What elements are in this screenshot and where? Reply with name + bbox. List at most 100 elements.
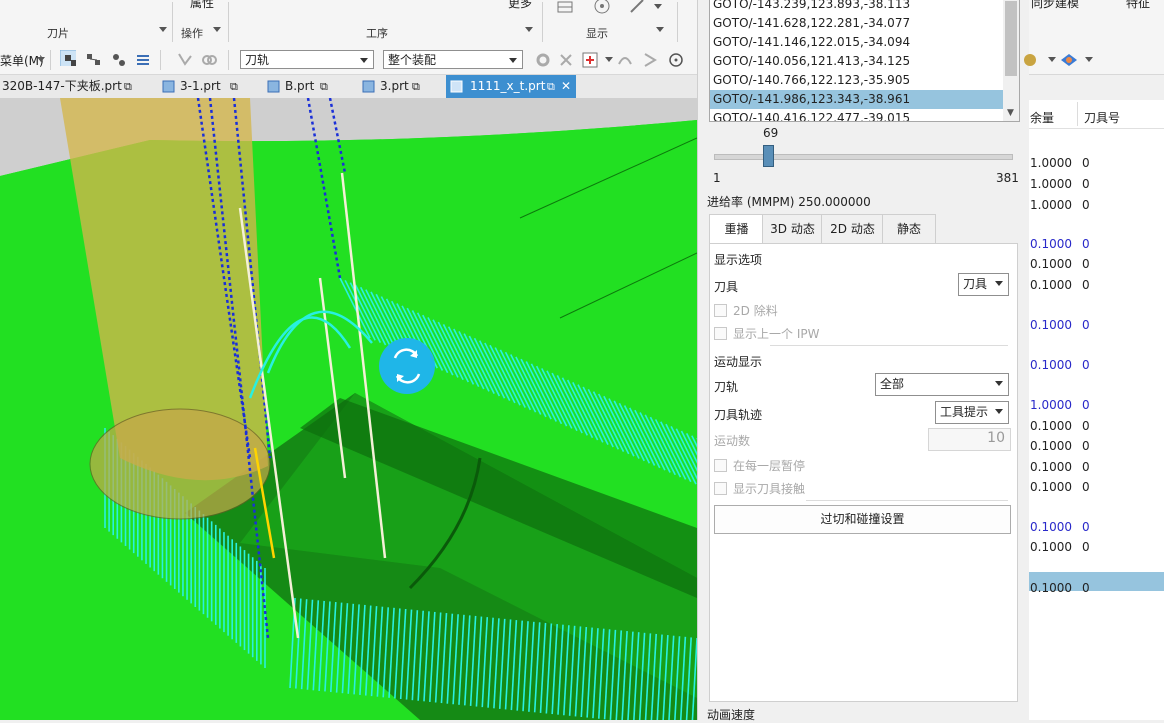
toolpath-visualize-panel: GOTO/-143.239,123.893,-38.113 GOTO/-141.… — [697, 0, 1030, 722]
ribbon-properties-label[interactable]: 属性 — [190, 0, 214, 11]
table-row[interactable]: 0.1000 0 — [1029, 318, 1164, 334]
curve-icon[interactable] — [617, 52, 633, 68]
list-item[interactable]: GOTO/-140.766,122.123,-35.905 — [710, 71, 1019, 90]
file-tab-active[interactable]: 1111_x_t.prt ⧉ ✕ — [446, 75, 576, 98]
motion-slider-track[interactable] — [714, 154, 1013, 160]
stock-cell: 0.1000 — [1030, 318, 1072, 332]
chevron-down-icon[interactable] — [159, 27, 167, 32]
goto-list[interactable]: GOTO/-143.239,123.893,-38.113 GOTO/-141.… — [709, 0, 1020, 122]
group-label-process[interactable]: 工序 — [366, 25, 388, 41]
table-row[interactable]: 0.1000 0 — [1029, 419, 1164, 435]
tool-select[interactable]: 刀具 — [958, 273, 1009, 296]
tab-3d-dynamic[interactable]: 3D 动态 — [762, 214, 823, 244]
list-scrollbar[interactable]: ▼ — [1003, 0, 1019, 121]
list-item[interactable]: GOTO/-143.239,123.893,-38.113 — [710, 0, 1019, 14]
ribbon-sync-modeling[interactable]: 同步建模 — [1031, 0, 1079, 11]
assembly-icon[interactable] — [86, 52, 102, 68]
list-item[interactable]: GOTO/-141.146,122.015,-34.094 — [710, 33, 1019, 52]
tab-static[interactable]: 静态 — [882, 214, 936, 244]
snap-icon[interactable] — [111, 52, 127, 68]
table-row[interactable]: 1.0000 0 — [1029, 198, 1164, 214]
plus-box-icon[interactable] — [582, 52, 598, 68]
table-row[interactable]: 0.1000 0 — [1029, 460, 1164, 476]
graphics-viewport[interactable] — [0, 98, 697, 720]
table-row[interactable]: 0.1000 0 — [1029, 540, 1164, 556]
table-row[interactable]: 0.1000 0 — [1029, 358, 1164, 374]
file-tab-label: B.prt — [285, 79, 315, 93]
group-label-display[interactable]: 显示 — [586, 25, 608, 41]
list-item[interactable]: GOTO/-140.056,121.413,-34.125 — [710, 52, 1019, 71]
gear-icon[interactable] — [535, 52, 551, 68]
scrollbar-thumb[interactable] — [1005, 1, 1017, 76]
chevron-down-icon[interactable] — [605, 57, 613, 62]
column-header[interactable]: 余量 — [1030, 109, 1054, 126]
group-label-insert[interactable]: 刀片 — [47, 25, 69, 41]
table-row[interactable]: 1.0000 0 — [1029, 156, 1164, 172]
checkbox-show-prev-ipw[interactable] — [714, 327, 727, 340]
toolpath-scene[interactable] — [0, 98, 697, 720]
divider — [806, 500, 1008, 501]
list-item[interactable]: GOTO/-140.416,122.477,-39.015 — [710, 109, 1019, 121]
file-tab[interactable]: 3.prt ⧉ — [360, 75, 435, 98]
select-filter-icon[interactable] — [60, 50, 76, 66]
stock-cell: 0.1000 — [1030, 237, 1072, 251]
divider — [1077, 102, 1078, 126]
table-row[interactable]: 1.0000 0 — [1029, 177, 1164, 193]
checkbox-show-tool-contact[interactable] — [714, 482, 727, 495]
table-row[interactable]: 0.1000 0 — [1029, 581, 1164, 597]
chevron-down-icon[interactable] — [1048, 57, 1056, 62]
target-icon[interactable] — [593, 0, 611, 16]
table-row[interactable]: 0.1000 0 — [1029, 520, 1164, 536]
motion-count-input[interactable]: 10 — [928, 428, 1011, 451]
file-tab[interactable]: 3-1.prt ⧉ — [160, 75, 258, 98]
file-tab[interactable]: B.prt ⧉ — [265, 75, 345, 98]
group-label-operation[interactable]: 操作 — [181, 25, 203, 41]
chevron-down-icon[interactable] — [654, 4, 662, 9]
toolpath-label: 刀轨 — [714, 380, 739, 394]
table-row[interactable]: 1.0000 0 — [1029, 398, 1164, 414]
checkbox-pause-each-layer[interactable] — [714, 459, 727, 472]
gouge-check-settings-button[interactable]: 过切和碰撞设置 — [714, 505, 1011, 534]
render-style-icon[interactable] — [1059, 52, 1079, 68]
tool-number-cell: 0 — [1082, 278, 1090, 292]
table-row[interactable]: 0.1000 0 — [1029, 237, 1164, 253]
snap-point-icon[interactable] — [558, 52, 574, 68]
chevron-down-icon[interactable] — [37, 57, 45, 62]
assembly-scope-value: 整个装配 — [388, 53, 437, 67]
table-row[interactable]: 0.1000 0 — [1029, 278, 1164, 294]
ribbon-feature[interactable]: 特征 — [1126, 0, 1150, 11]
display-icon[interactable] — [556, 0, 576, 16]
link-icon[interactable] — [201, 52, 217, 68]
motion-slider-thumb[interactable] — [763, 145, 775, 167]
pen-icon[interactable] — [628, 0, 648, 16]
list-item-selected[interactable]: GOTO/-141.986,123.343,-38.961 — [710, 90, 1019, 109]
chevron-down-icon[interactable] — [656, 27, 664, 32]
file-tab[interactable]: 320B-147-下夹板.prt ⧉ — [0, 75, 150, 98]
toolpath-filter-value: 刀轨 — [245, 53, 270, 67]
divider — [160, 50, 161, 70]
tab-replay[interactable]: 重播 — [709, 214, 764, 245]
chevron-down-icon[interactable]: ▼ — [1007, 108, 1014, 118]
chevron-down-icon[interactable] — [1085, 57, 1093, 62]
table-row[interactable]: 0.1000 0 — [1029, 257, 1164, 273]
list-item[interactable]: GOTO/-141.628,122.281,-34.077 — [710, 14, 1019, 33]
table-row[interactable]: 0.1000 0 — [1029, 439, 1164, 455]
column-header[interactable]: 刀具号 — [1084, 109, 1120, 126]
checkbox-2d-removal[interactable] — [714, 304, 727, 317]
chevron-down-icon[interactable] — [525, 27, 533, 32]
ribbon-more-label[interactable]: 更多 — [508, 0, 532, 11]
toolpath-filter-select[interactable]: 刀轨 — [240, 50, 374, 69]
sphere-icon[interactable] — [1023, 53, 1037, 67]
operation-icon[interactable] — [177, 52, 193, 68]
circle-center-icon[interactable] — [668, 52, 684, 68]
table-row[interactable]: 0.1000 0 — [1029, 480, 1164, 496]
toolpath-select[interactable]: 全部 — [875, 373, 1009, 396]
chevron-down-icon[interactable] — [213, 27, 221, 32]
tab-2d-dynamic[interactable]: 2D 动态 — [821, 214, 884, 244]
assembly-scope-select[interactable]: 整个装配 — [383, 50, 523, 69]
list-icon[interactable] — [135, 52, 151, 68]
arrow-point-icon[interactable] — [643, 52, 659, 68]
tool-trace-select[interactable]: 工具提示 — [935, 401, 1009, 424]
checkbox-label: 2D 除料 — [733, 304, 778, 318]
close-icon[interactable]: ✕ — [561, 75, 571, 98]
